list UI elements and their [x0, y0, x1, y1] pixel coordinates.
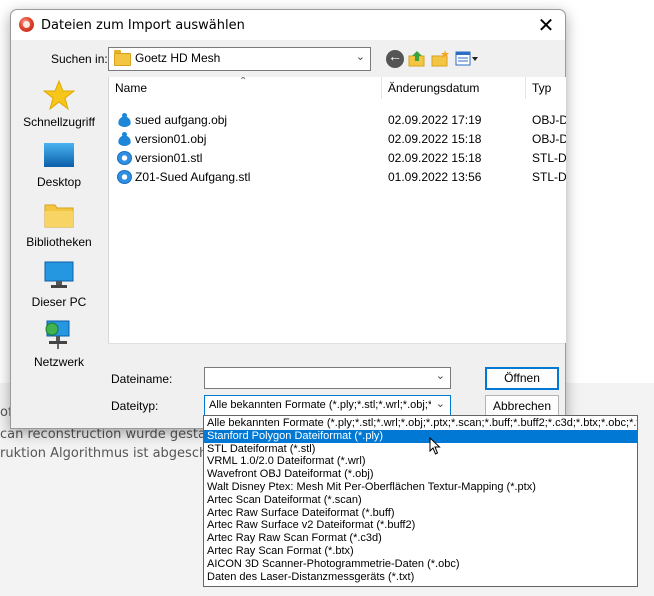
filetype-option[interactable]: Artec Scan Dateiformat (*.scan) — [204, 494, 637, 507]
divider — [108, 343, 565, 344]
filetype-dropdown-list[interactable]: Alle bekannten Formate (*.ply;*.stl;*.wr… — [203, 415, 638, 587]
column-header-type[interactable]: Typ — [526, 77, 566, 99]
look-in-label: Suchen in: — [51, 52, 108, 66]
place-label: Netzwerk — [33, 355, 84, 369]
file-type: STL-D — [532, 170, 566, 184]
file-list[interactable]: ⌃ Name Änderungsdatum Typ sued aufgang.o… — [108, 77, 566, 343]
file-row[interactable]: version01.stl 02.09.2022 15:18 STL-D — [109, 149, 566, 167]
stl-file-icon — [117, 151, 132, 165]
file-name: sued aufgang.obj — [135, 113, 228, 127]
file-name: version01.stl — [135, 151, 203, 165]
place-this-pc[interactable]: Dieser PC — [11, 256, 107, 312]
file-date: 02.09.2022 17:19 — [388, 113, 482, 127]
place-quick-access[interactable]: Schnellzugriff — [11, 76, 107, 132]
filetype-option[interactable]: Artec Raw Surface Dateiformat (*.buff) — [204, 507, 637, 520]
place-label: Bibliotheken — [26, 235, 92, 249]
file-date: 02.09.2022 15:18 — [388, 132, 482, 146]
file-row[interactable]: Z01-Sued Aufgang.stl 01.09.2022 13:56 ST… — [109, 168, 566, 186]
chevron-down-icon: ⌄ — [435, 398, 445, 410]
view-menu-button[interactable] — [455, 50, 479, 68]
place-label: Dieser PC — [31, 295, 87, 309]
app-logo-icon — [19, 17, 34, 32]
places-bar: Schnellzugriff Desktop Bibliotheken Dies… — [11, 76, 107, 376]
file-date: 02.09.2022 15:18 — [388, 151, 482, 165]
filetype-option[interactable]: AICON 3D Scanner-Photogrammetrie-Daten (… — [204, 558, 637, 571]
network-icon — [45, 320, 70, 349]
sort-ascending-icon: ⌃ — [239, 77, 248, 87]
filetype-select[interactable]: Alle bekannten Formate (*.ply;*.stl;*.wr… — [204, 395, 451, 417]
up-folder-button[interactable] — [408, 50, 426, 68]
file-name: Z01-Sued Aufgang.stl — [135, 170, 251, 184]
filetype-option[interactable]: STL Dateiformat (*.stl) — [204, 443, 637, 456]
file-date: 01.09.2022 13:56 — [388, 170, 482, 184]
look-in-combo[interactable]: Goetz HD Mesh ⌄ — [108, 47, 371, 71]
file-row[interactable]: version01.obj 02.09.2022 15:18 OBJ-D — [109, 130, 566, 148]
open-button[interactable]: Öffnen — [485, 367, 559, 390]
filename-input[interactable]: ⌄ — [204, 367, 451, 389]
file-type: OBJ-D — [532, 113, 566, 127]
filetype-option[interactable]: Wavefront OBJ Dateiformat (*.obj) — [204, 468, 637, 481]
new-folder-icon — [431, 50, 449, 67]
filetype-option[interactable]: Walt Disney Ptex: Mesh Mit Per-Oberfläch… — [204, 481, 637, 494]
up-folder-icon — [408, 51, 425, 67]
filetype-option[interactable]: Stanford Polygon Dateiformat (*.ply) — [204, 429, 637, 443]
file-row[interactable]: sued aufgang.obj 02.09.2022 17:19 OBJ-D — [109, 111, 566, 129]
desktop-icon — [44, 143, 74, 167]
star-icon — [43, 80, 75, 110]
filetype-option[interactable]: Artec Raw Surface v2 Dateiformat (*.buff… — [204, 519, 637, 532]
filetype-option[interactable]: Artec Ray Scan Format (*.btx) — [204, 545, 637, 558]
folder-icon — [44, 204, 74, 228]
filetype-option[interactable]: Daten des Laser-Distanzmessgeräts (*.txt… — [204, 571, 637, 584]
background-log-line: can reconstruction wurde gestartet — [0, 427, 230, 442]
file-type: OBJ-D — [532, 132, 566, 146]
chevron-down-icon: ⌄ — [435, 370, 445, 382]
obj-file-icon — [117, 113, 132, 127]
mouse-pointer-icon — [429, 437, 441, 455]
back-button[interactable] — [386, 48, 404, 68]
look-in-value: Goetz HD Mesh — [135, 51, 221, 65]
filetype-label: Dateityp: — [111, 399, 159, 413]
column-header-name[interactable]: ⌃ Name — [109, 77, 382, 99]
filetype-option[interactable]: Alle bekannten Formate (*.ply;*.stl;*.wr… — [204, 417, 637, 430]
filetype-option[interactable]: VRML 1.0/2.0 Dateiformat (*.wrl) — [204, 455, 637, 468]
filetype-selected-value: Alle bekannten Formate (*.ply;*.stl;*.wr… — [209, 399, 431, 411]
place-desktop[interactable]: Desktop — [11, 136, 107, 192]
obj-file-icon — [117, 132, 132, 146]
dialog-titlebar: Dateien zum Import auswählen ✕ — [11, 10, 565, 40]
new-folder-button[interactable] — [431, 50, 449, 68]
stl-file-icon — [117, 170, 132, 184]
file-type: STL-D — [532, 151, 566, 165]
place-label: Schnellzugriff — [23, 115, 95, 129]
filetype-option[interactable]: Artec Ray Raw Scan Format (*.c3d) — [204, 532, 637, 545]
close-button[interactable]: ✕ — [527, 10, 565, 40]
column-header-date[interactable]: Änderungsdatum — [382, 77, 526, 99]
file-name: version01.obj — [135, 132, 207, 146]
chevron-down-icon: ⌄ — [355, 51, 365, 63]
file-open-dialog: Dateien zum Import auswählen ✕ Suchen in… — [10, 9, 566, 429]
view-menu-icon — [455, 51, 478, 66]
computer-icon — [44, 261, 74, 288]
dialog-title: Dateien zum Import auswählen — [41, 18, 245, 33]
place-label: Desktop — [36, 175, 82, 189]
place-libraries[interactable]: Bibliotheken — [11, 196, 107, 252]
place-network[interactable]: Netzwerk — [11, 316, 107, 372]
folder-icon — [114, 50, 131, 66]
filename-label: Dateiname: — [111, 372, 173, 386]
